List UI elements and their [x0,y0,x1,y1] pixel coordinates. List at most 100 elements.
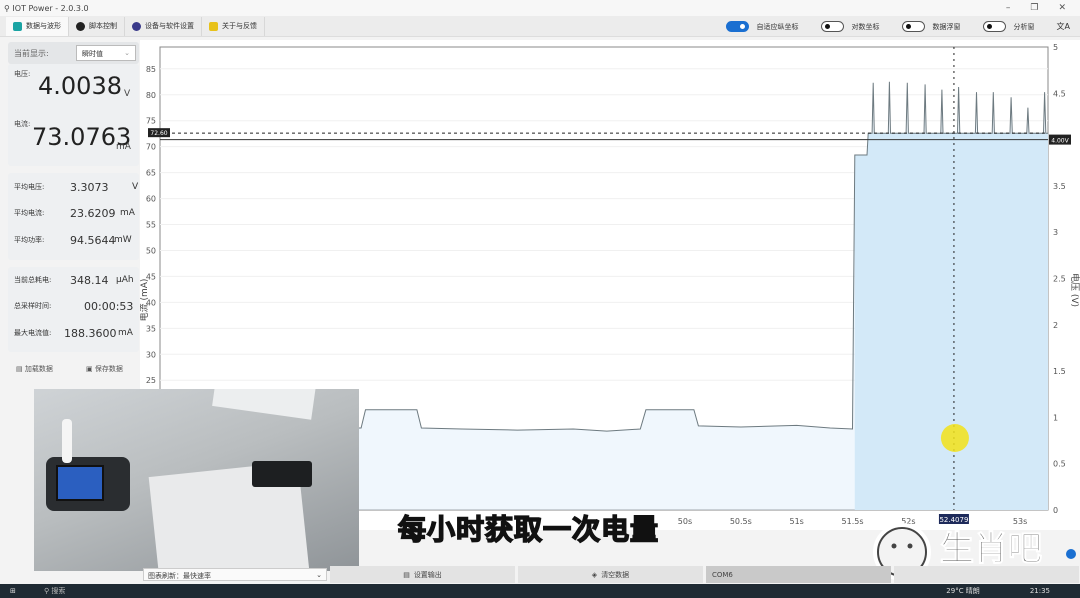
maximize-button[interactable]: ❐ [1030,3,1038,13]
y2-tick-label: 4.5 [1053,89,1066,98]
tab-label: 数据与波形 [26,22,61,30]
clear-icon: ◈ [591,570,598,579]
stat-label: 平均功率: [14,236,45,244]
toggle-label: 数据浮窗 [932,22,961,31]
toggle-log-axis[interactable]: 对数坐标 [820,21,880,32]
save-data-button[interactable]: ▣ 保存数据 [86,364,123,374]
tab-label: 脚本控制 [89,22,117,30]
set-output-button[interactable]: ▤ 设置输出 [330,566,515,583]
y-tick-label: 85 [146,65,156,74]
y-tick-label: 25 [146,376,156,385]
port-value: COM6 [712,570,733,579]
clock[interactable]: 21:35 [1030,587,1050,595]
tab-data-waveform[interactable]: 数据与波形 [6,16,69,36]
switch[interactable] [820,21,844,32]
stat-value: 188.3600 [64,326,117,340]
display-mode-select[interactable]: 瞬时值 ⌄ [76,45,136,61]
voltage-label: 电压: [14,70,31,78]
com-port-select[interactable]: COM6 [706,566,891,583]
y2-tick-label: 1 [1053,413,1058,422]
y2-tick-label: 2 [1053,321,1058,330]
y-tick-label: 75 [146,117,156,126]
translate-icon[interactable]: 文A [1057,21,1070,32]
minimize-button[interactable]: – [1006,3,1011,13]
y-tick-label: 70 [146,143,156,152]
waveform-icon [13,21,22,31]
switch[interactable] [725,21,749,32]
mouse-highlight [940,424,969,452]
cable [62,419,72,463]
switch[interactable] [901,21,925,32]
x-tick-label: 50.5s [730,517,752,526]
tab-label: 关于与反馈 [222,22,257,30]
voltage-badge-label: 4.00V [1051,138,1069,145]
voltage-value: 4.0038 [38,72,122,100]
max-current-row: 最大电流值: 188.3600 mA [14,326,135,340]
button-label: 清空数据 [601,570,630,579]
y2-tick-label: 3.5 [1053,182,1066,191]
toggle-data-float[interactable]: 数据浮窗 [901,21,961,32]
stat-value: 348.14 [70,273,109,287]
switch[interactable] [982,21,1006,32]
stat-unit: mW [114,235,132,245]
gear-icon [132,21,141,31]
stat-label: 当前总耗电: [14,276,52,284]
y-axis-label: 电流 (mA) [140,279,150,322]
app-title: IOT Power - 2.0.3.0 [12,3,89,13]
toggle-adaptive-axis[interactable]: 自适应纵坐标 [725,21,799,32]
button-label: 设置输出 [413,570,442,579]
script-icon [76,21,85,31]
y-tick-label: 35 [146,324,156,333]
button-label: 加载数据 [24,365,53,373]
toggle-label: 对数坐标 [851,22,880,31]
weather[interactable]: 29°C 晴朗 [946,586,980,596]
x-tick-label: 50s [678,517,692,526]
tab-about[interactable]: 关于与反馈 [202,16,265,36]
tab-label: 设备与软件设置 [145,22,194,30]
video-subtitle: 每小时获取一次电量 [397,512,660,547]
y2-tick-label: 0 [1053,506,1058,515]
y2-tick-label: 5 [1053,43,1058,52]
tab-script[interactable]: 脚本控制 [69,16,125,36]
y-tick-label: 60 [146,195,156,204]
voltage-unit: V [124,89,131,99]
y-tick-label: 50 [146,246,156,255]
avg-voltage-row: 平均电压: 3.3073 V [14,180,139,194]
app-icon: ⚲ [4,3,13,13]
watermark-text: 生肖吧 [940,529,1042,569]
usb-adapter [252,461,312,487]
display-mode-value: 瞬时值 [82,50,103,58]
taskbar: ⊞ ⚲ 搜索 29°C 晴朗 21:35 [0,584,1080,598]
search-placeholder: 搜索 [51,587,66,595]
output-icon: ▤ [403,570,410,579]
stat-value: 3.3073 [70,180,109,194]
paper-sheet [212,389,316,420]
chevron-down-icon: ⌄ [316,571,322,579]
y2-tick-label: 1.5 [1053,367,1066,376]
y2-axis-label: 电压 (V) [1069,273,1080,307]
display-mode-label: 当前显示: [14,49,49,58]
total-time-row: 总采样时间: 00:00:53 [14,299,135,313]
stat-value: 00:00:53 [84,299,134,313]
y-tick-label: 80 [146,91,156,100]
y-tick-label: 30 [146,350,156,359]
toggle-analysis[interactable]: 分析窗 [982,21,1035,32]
chevron-down-icon: ⌄ [124,49,130,57]
refresh-rate-select[interactable]: 图表刷新：最快速率 ⌄ [143,568,327,581]
refresh-rate-value: 图表刷新：最快速率 [148,572,211,580]
stat-label: 最大电流值: [14,329,52,337]
stat-unit: μAh [116,275,134,285]
windows-start-icon[interactable]: ⊞ [10,587,40,595]
info-icon [209,21,218,31]
connect-button[interactable] [894,566,1079,583]
taskbar-search[interactable]: ⚲ 搜索 [44,586,154,596]
stat-label: 平均电压: [14,183,45,191]
stat-unit: V [132,182,139,192]
y2-tick-label: 0.5 [1053,460,1066,469]
close-button[interactable]: ✕ [1058,3,1066,13]
tab-settings[interactable]: 设备与软件设置 [125,16,202,36]
avg-power-row: 平均功率: 94.5644 mW [14,234,135,247]
video-overlay-photo [34,389,359,571]
clear-data-button[interactable]: ◈ 清空数据 [518,566,703,583]
load-data-button[interactable]: ▤ 加载数据 [16,364,53,374]
